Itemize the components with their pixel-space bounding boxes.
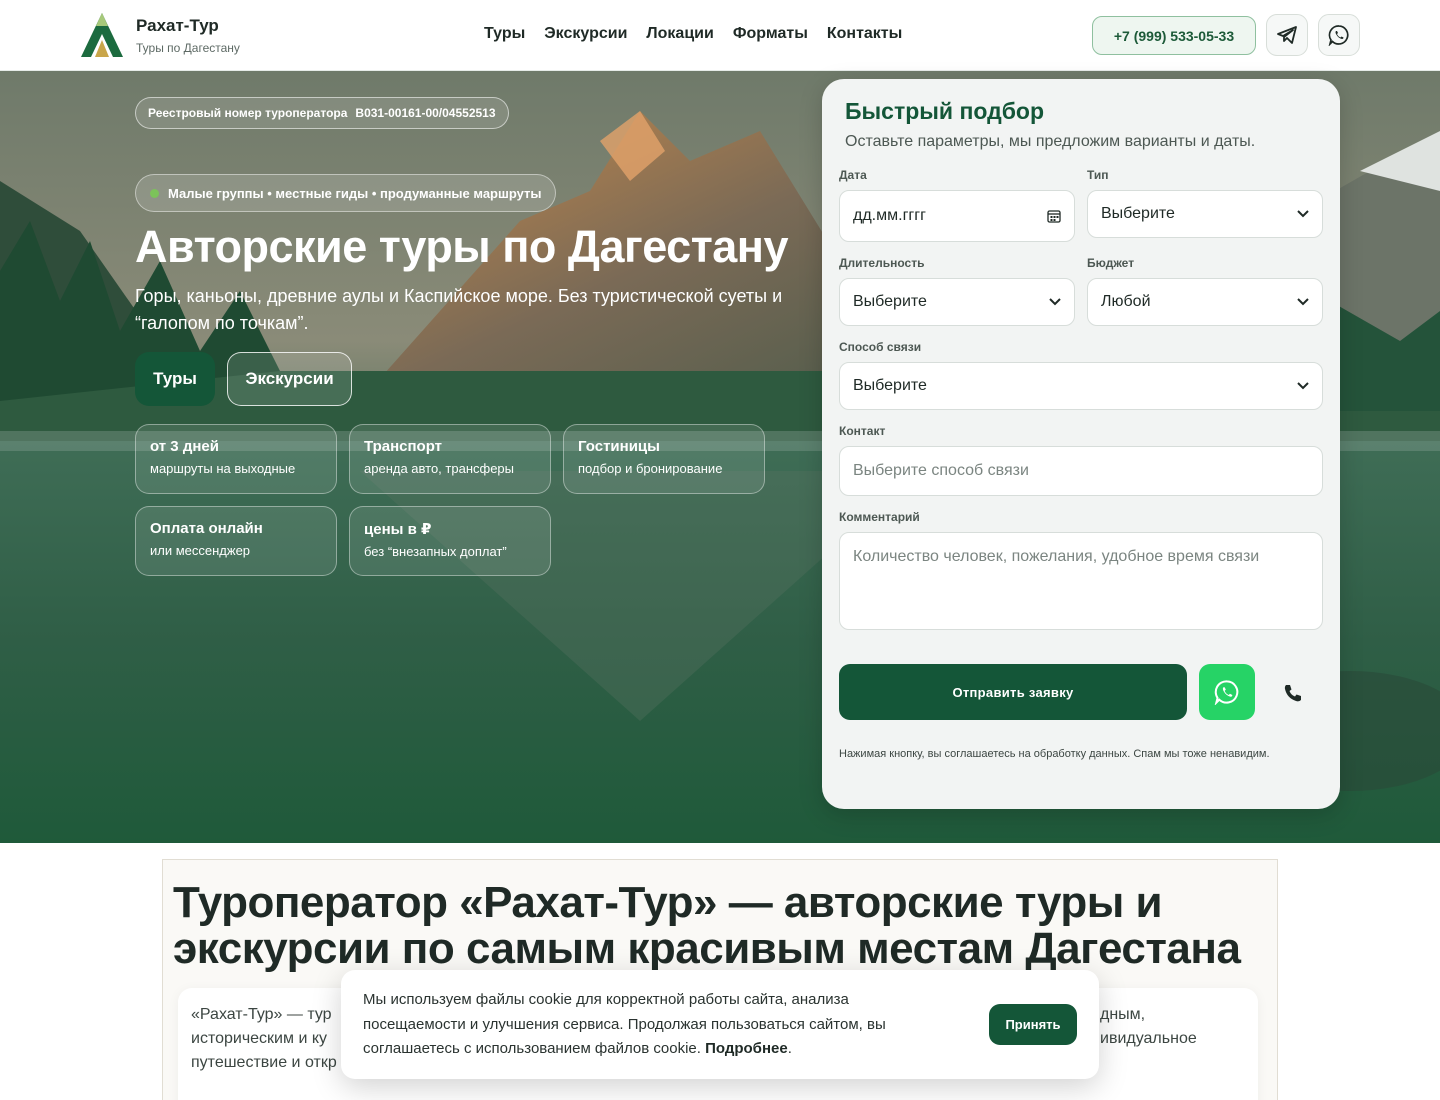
chevron-down-icon — [1297, 210, 1309, 218]
submit-button[interactable]: Отправить заявку — [839, 664, 1187, 720]
nav-contacts[interactable]: Контакты — [827, 25, 902, 43]
contact-method-label: Способ связи — [839, 340, 922, 354]
about-text-left: «Рахат-Тур» — тур историческим и ку путе… — [191, 1003, 337, 1075]
contact-label: Контакт — [839, 424, 886, 438]
brand-subtitle: Туры по Дагестану — [136, 41, 240, 55]
registry-badge: Реестровый номер туроператора В031-00161… — [135, 97, 509, 129]
about-line: историческим и ку — [191, 1030, 327, 1047]
date-input[interactable]: дд.мм.гггг — [839, 190, 1075, 242]
about-line: путешествие и откр — [191, 1054, 337, 1071]
main-nav: Туры Экскурсии Локации Форматы Контакты — [484, 25, 902, 43]
date-placeholder: дд.мм.гггг — [853, 207, 926, 224]
contact-placeholder: Выберите способ связи — [853, 462, 1029, 479]
nav-formats[interactable]: Форматы — [733, 25, 808, 43]
contact-method-value: Выберите — [853, 377, 927, 394]
budget-select[interactable]: Любой — [1087, 278, 1323, 326]
nav-tours[interactable]: Туры — [484, 25, 525, 43]
whatsapp-icon — [1214, 680, 1239, 705]
registry-label: Реестровый номер туроператора — [148, 106, 348, 120]
about-line: дным, — [1100, 1006, 1146, 1023]
chevron-down-icon — [1049, 298, 1061, 306]
cookie-accept-button[interactable]: Принять — [989, 1004, 1077, 1045]
feature-subtitle: без “внезапных доплат” — [364, 544, 507, 559]
duration-select[interactable]: Выберите — [839, 278, 1075, 326]
about-line: ивидуальное — [1100, 1030, 1197, 1047]
feature-card-prices: цены в ₽ без “внезапных доплат” — [349, 506, 551, 576]
feature-card-transport: Транспорт аренда авто, трансферы — [349, 424, 551, 494]
budget-value: Любой — [1101, 293, 1151, 310]
chevron-down-icon — [1297, 382, 1309, 390]
telegram-icon — [1277, 26, 1297, 44]
feature-subtitle: или мессенджер — [150, 543, 251, 558]
logo-icon[interactable] — [80, 12, 124, 58]
about-text-right: дным, ивидуальное — [1100, 1003, 1197, 1051]
comment-label: Комментарий — [839, 510, 920, 524]
site-header: Рахат-Тур Туры по Дагестану Туры Экскурс… — [0, 0, 1440, 71]
cookie-text: Мы используем файлы cookie для корректно… — [363, 991, 886, 1057]
excursions-button[interactable]: Экскурсии — [227, 352, 352, 406]
form-subtitle: Оставьте параметры, мы предложим вариант… — [845, 133, 1256, 150]
phone-button[interactable]: +7 (999) 533-05-33 — [1092, 16, 1256, 55]
feature-title: Оплата онлайн — [150, 520, 263, 537]
brand-name[interactable]: Рахат-Тур — [136, 16, 219, 36]
tagline-badge: Малые группы • местные гиды • продуманны… — [135, 174, 557, 212]
duration-label: Длительность — [839, 256, 925, 270]
calendar-icon[interactable] — [1047, 209, 1061, 223]
contact-method-select[interactable]: Выберите — [839, 362, 1323, 410]
phone-call-icon[interactable] — [1282, 682, 1304, 704]
feature-card-duration: от 3 дней маршруты на выходные — [135, 424, 337, 494]
telegram-button[interactable] — [1266, 14, 1308, 56]
budget-label: Бюджет — [1087, 256, 1135, 270]
whatsapp-submit-button[interactable] — [1199, 664, 1255, 720]
feature-subtitle: подбор и бронирование — [578, 461, 723, 476]
about-line: «Рахат-Тур» — тур — [191, 1006, 332, 1023]
whatsapp-button[interactable] — [1318, 14, 1360, 56]
form-title: Быстрый подбор — [845, 98, 1044, 124]
whatsapp-icon — [1328, 25, 1349, 46]
feature-title: от 3 дней — [150, 438, 219, 455]
feature-title: Транспорт — [364, 438, 443, 455]
feature-card-payment: Оплата онлайн или мессенджер — [135, 506, 337, 576]
feature-title: цены в ₽ — [364, 521, 432, 538]
feature-card-hotels: Гостиницы подбор и бронирование — [563, 424, 765, 494]
quick-search-form: Быстрый подбор Оставьте параметры, мы пр… — [822, 79, 1340, 809]
feature-subtitle: аренда авто, трансферы — [364, 461, 515, 476]
nav-excursions[interactable]: Экскурсии — [544, 25, 627, 43]
about-title: Туроператор «Рахат-Тур» — авторские туры… — [173, 878, 1241, 973]
cookie-banner: Мы используем файлы cookie для корректно… — [341, 970, 1099, 1079]
cookie-more-link[interactable]: Подробнее — [705, 1040, 788, 1057]
date-label: Дата — [839, 168, 867, 182]
tours-button[interactable]: Туры — [135, 352, 215, 406]
type-label: Тип — [1087, 168, 1109, 182]
hero-title: Авторские туры по Дагестану — [135, 221, 788, 272]
registry-number: В031-00161-00/04552513 — [355, 106, 496, 120]
status-dot-icon — [150, 188, 159, 198]
feature-title: Гостиницы — [578, 438, 660, 455]
nav-locations[interactable]: Локации — [646, 25, 713, 43]
tagline-text: Малые группы • местные гиды • продуманны… — [168, 185, 542, 201]
feature-subtitle: маршруты на выходные — [150, 461, 296, 476]
chevron-down-icon — [1297, 298, 1309, 306]
consent-text: Нажимая кнопку, вы соглашаетесь на обраб… — [839, 748, 1270, 760]
type-select[interactable]: Выберите — [1087, 190, 1323, 238]
duration-value: Выберите — [853, 293, 927, 310]
hero-subtitle: Горы, каньоны, древние аулы и Каспийское… — [135, 286, 783, 333]
contact-input[interactable]: Выберите способ связи — [839, 446, 1323, 496]
comment-placeholder: Количество человек, пожелания, удобное в… — [853, 548, 1260, 565]
cookie-message: Мы используем файлы cookie для корректно… — [363, 991, 886, 1057]
type-value: Выберите — [1101, 205, 1175, 222]
comment-textarea[interactable]: Количество человек, пожелания, удобное в… — [839, 532, 1323, 630]
